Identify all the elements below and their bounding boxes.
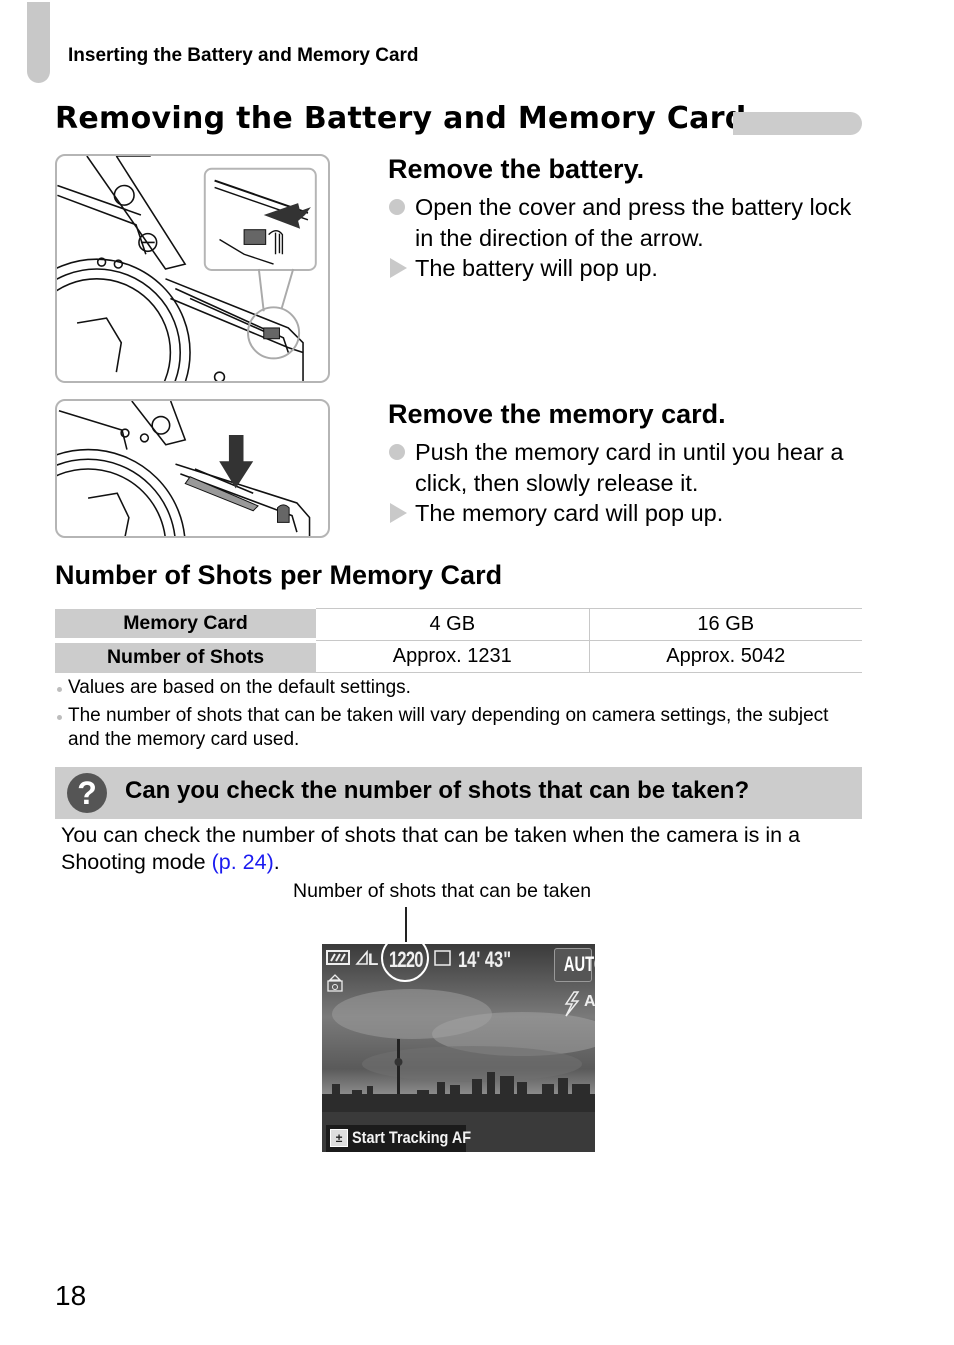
shots-per-card-table: Memory Card 4 GB 16 GB Number of Shots A… [55, 608, 862, 673]
step-result-text: The memory card will pop up. [415, 500, 724, 526]
camera-lcd-screenshot: L A 1220 14' 43" AUTO ± Start Tracking A… [322, 944, 595, 1152]
table-cell: Approx. 5042 [589, 640, 862, 673]
memory-card-removal-illustration [55, 399, 330, 538]
page-number: 18 [55, 1280, 87, 1311]
triangle-bullet-icon [390, 503, 407, 523]
table-row: Memory Card 4 GB 16 GB [55, 608, 862, 643]
running-head: Inserting the Battery and Memory Card [68, 45, 419, 66]
note-item: Values are based on the default settings… [55, 676, 862, 701]
row-header: Memory Card [55, 608, 316, 643]
table-cell: 16 GB [589, 608, 862, 641]
note-bullet-icon [57, 687, 62, 692]
row-header: Number of Shots [55, 640, 316, 673]
faq-header: ? Can you check the number of shots that… [55, 767, 862, 819]
step-remove-memory-card: Remove the memory card. Push the memory … [388, 398, 868, 529]
section-title: Removing the Battery and Memory Card [55, 101, 747, 136]
chapter-tab-marker [27, 2, 50, 83]
table-cell: 4 GB [316, 608, 590, 641]
note-item: The number of shots that can be taken wi… [55, 704, 862, 753]
camera-battery-drawing [57, 156, 317, 381]
table-cell: Approx. 1231 [316, 640, 590, 673]
step-title: Remove the memory card. [388, 399, 726, 429]
step-title: Remove the battery. [388, 154, 645, 184]
step-result-item: The memory card will pop up. [388, 498, 868, 529]
step-action-text: Push the memory card in until you hear a… [415, 439, 844, 496]
faq-body: You can check the number of shots that c… [61, 822, 861, 876]
circle-bullet-icon [389, 444, 405, 460]
svg-text:A: A [584, 993, 595, 1010]
step-result-item: The battery will pop up. [388, 253, 868, 284]
circle-bullet-icon [389, 199, 405, 215]
lcd-bottom-hint: ± Start Tracking AF [326, 1125, 471, 1152]
lcd-image-size: L [368, 950, 378, 969]
note-text: The number of shots that can be taken wi… [68, 704, 829, 751]
step-result-text: The battery will pop up. [415, 255, 658, 281]
faq-title: Can you check the number of shots that c… [125, 777, 750, 804]
question-icon: ? [67, 773, 107, 813]
table-notes: Values are based on the default settings… [55, 676, 862, 756]
shots-section-title: Number of Shots per Memory Card [55, 560, 503, 590]
lcd-bottom-hint-text: Start Tracking AF [352, 1128, 472, 1147]
lcd-mode-text: AUTO [563, 953, 595, 976]
lcd-shots-remaining: 1220 [389, 947, 423, 972]
callout-label: Number of shots that can be taken [293, 880, 592, 902]
exposure-compensation-icon: ± [330, 1129, 348, 1147]
step-action-text: Open the cover and press the battery loc… [415, 194, 852, 251]
callout-leader-line [405, 907, 407, 942]
title-decoration-bar [733, 112, 862, 135]
page-reference-link[interactable]: (p. 24) [212, 850, 274, 874]
faq-body-text: You can check the number of shots that c… [61, 823, 801, 874]
table-row: Number of Shots Approx. 1231 Approx. 504… [55, 640, 862, 673]
step-action-item: Push the memory card in until you hear a… [388, 437, 868, 498]
triangle-bullet-icon [390, 258, 407, 278]
step-remove-battery: Remove the battery. Open the cover and p… [388, 153, 868, 284]
step-instructions: Open the cover and press the battery loc… [388, 192, 868, 284]
step-instructions: Push the memory card in until you hear a… [388, 437, 868, 529]
battery-removal-illustration [55, 154, 330, 383]
lcd-mode-badge: AUTO [554, 948, 595, 982]
camera-memory-card-drawing [57, 401, 311, 536]
step-action-item: Open the cover and press the battery loc… [388, 192, 868, 253]
note-bullet-icon [57, 714, 62, 720]
lcd-movie-time: 14' 43" [458, 947, 512, 972]
faq-body-end: . [273, 850, 280, 874]
note-text: Values are based on the default settings… [68, 677, 411, 698]
